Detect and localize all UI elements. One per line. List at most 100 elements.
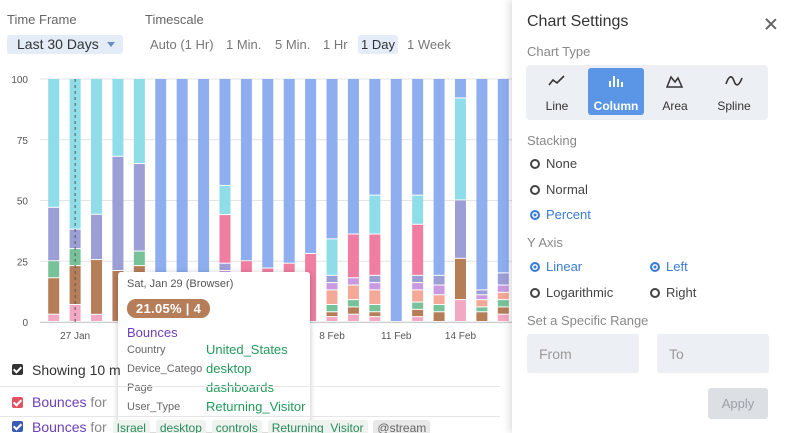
filter-chip[interactable]: Returning_Visitor — [267, 420, 368, 433]
filter-chip[interactable]: desktop — [155, 420, 206, 433]
range-from-input[interactable] — [527, 334, 639, 373]
bar-segment[interactable] — [369, 317, 381, 321]
bar-segment[interactable] — [283, 79, 295, 263]
bar-segment[interactable] — [262, 79, 274, 268]
bar-segment[interactable] — [69, 249, 81, 266]
bar-segment[interactable] — [454, 258, 466, 300]
bar-segment[interactable] — [326, 275, 338, 283]
bar-segment[interactable] — [112, 156, 124, 270]
bar-segment[interactable] — [369, 283, 381, 290]
stream-chip[interactable]: @stream — [373, 420, 431, 433]
bar-segment[interactable] — [497, 273, 509, 285]
bar-segment[interactable] — [347, 307, 359, 314]
bar-segment[interactable] — [326, 317, 338, 321]
bar-segment[interactable] — [369, 234, 381, 275]
scale-logarithmic-radio[interactable]: Logarithmic — [528, 286, 613, 300]
bar-segment[interactable] — [176, 79, 188, 285]
bar-segment[interactable] — [369, 195, 381, 234]
bar-segment[interactable] — [369, 290, 381, 304]
bar-segment[interactable] — [476, 312, 488, 321]
stacking-none-radio[interactable]: None — [528, 157, 577, 171]
series-row-1[interactable]: Bounces for — [32, 394, 107, 410]
bar-segment[interactable] — [112, 79, 124, 156]
bar-segment[interactable] — [219, 215, 231, 263]
bar-segment[interactable] — [412, 290, 424, 302]
bar-segment[interactable] — [412, 317, 424, 321]
bar-segment[interactable] — [476, 290, 488, 295]
bar-segment[interactable] — [433, 312, 445, 321]
bar-segment[interactable] — [240, 79, 252, 261]
bar-segment[interactable] — [412, 302, 424, 309]
bar-segment[interactable] — [433, 285, 445, 295]
filter-chip[interactable]: Israel — [112, 420, 150, 433]
bar-segment[interactable] — [433, 295, 445, 304]
bar-segment[interactable] — [326, 304, 338, 312]
time-frame-select[interactable]: Last 30 Days — [7, 35, 123, 54]
chart-type-line[interactable]: Line — [529, 68, 585, 115]
bar-segment[interactable] — [412, 224, 424, 275]
chart-type-column[interactable]: Column — [588, 68, 644, 115]
bar-segment[interactable] — [219, 185, 231, 215]
apply-button[interactable]: Apply — [708, 388, 768, 419]
bar-segment[interactable] — [476, 307, 488, 312]
chart-type-area[interactable]: Area — [647, 68, 703, 115]
bar-segment[interactable] — [454, 300, 466, 321]
bar-segment[interactable] — [454, 200, 466, 258]
bar-segment[interactable] — [369, 79, 381, 195]
bar-segment[interactable] — [497, 314, 509, 321]
bar-segment[interactable] — [326, 312, 338, 317]
bar-segment[interactable] — [347, 234, 359, 278]
bar-segment[interactable] — [412, 195, 424, 224]
bar-segment[interactable] — [326, 239, 338, 275]
bar-segment[interactable] — [369, 312, 381, 317]
bar-segment[interactable] — [219, 263, 231, 270]
bar-segment[interactable] — [433, 79, 445, 275]
bar-segment[interactable] — [91, 314, 103, 321]
bar-segment[interactable] — [347, 79, 359, 234]
bar-segment[interactable] — [497, 307, 509, 314]
series-row-2[interactable]: Bounces for Israel desktop controls Retu… — [32, 419, 431, 433]
bar-segment[interactable] — [91, 214, 103, 260]
axis-right-radio[interactable]: Right — [648, 286, 696, 300]
bar-segment[interactable] — [497, 285, 509, 292]
bar-segment[interactable] — [48, 261, 60, 278]
bar-segment[interactable] — [133, 251, 145, 266]
bar-segment[interactable] — [497, 79, 509, 273]
bar-segment[interactable] — [133, 164, 145, 251]
series-checkbox-2[interactable] — [12, 421, 23, 432]
stacking-normal-radio[interactable]: Normal — [528, 183, 588, 197]
bar-segment[interactable] — [454, 98, 466, 200]
timescale-5-min[interactable]: 5 Min. — [272, 35, 313, 54]
bar-segment[interactable] — [476, 79, 488, 290]
bar-segment[interactable] — [369, 275, 381, 283]
scale-linear-radio[interactable]: Linear — [528, 260, 582, 274]
bar-segment[interactable] — [497, 300, 509, 307]
bar-segment[interactable] — [433, 275, 445, 285]
bar-segment[interactable] — [433, 304, 445, 312]
bar-segment[interactable] — [219, 79, 231, 185]
range-to-input[interactable] — [657, 334, 769, 373]
bar-segment[interactable] — [48, 278, 60, 314]
bar-segment[interactable] — [347, 314, 359, 321]
bar-segment[interactable] — [48, 314, 60, 321]
timescale-auto[interactable]: Auto (1 Hr) — [147, 35, 217, 54]
bar-segment[interactable] — [412, 309, 424, 317]
bar-segment[interactable] — [454, 79, 466, 98]
stacking-percent-radio[interactable]: Percent — [528, 208, 591, 222]
bar-segment[interactable] — [390, 79, 402, 321]
bar-segment[interactable] — [497, 292, 509, 300]
chart-type-spline[interactable]: Spline — [706, 68, 762, 115]
bar-segment[interactable] — [369, 304, 381, 312]
filter-chip[interactable]: controls — [211, 420, 262, 433]
timescale-1-min[interactable]: 1 Min. — [223, 35, 264, 54]
bar-segment[interactable] — [347, 300, 359, 307]
bar-segment[interactable] — [91, 260, 103, 314]
bar-segment[interactable] — [476, 300, 488, 307]
bar-segment[interactable] — [476, 295, 488, 300]
bar-segment[interactable] — [412, 275, 424, 283]
bar-segment[interactable] — [48, 207, 60, 261]
timescale-1-day[interactable]: 1 Day — [358, 35, 398, 54]
timescale-1-week[interactable]: 1 Week — [404, 35, 454, 54]
series-checkbox-1[interactable] — [12, 397, 23, 408]
bar-segment[interactable] — [69, 229, 81, 249]
